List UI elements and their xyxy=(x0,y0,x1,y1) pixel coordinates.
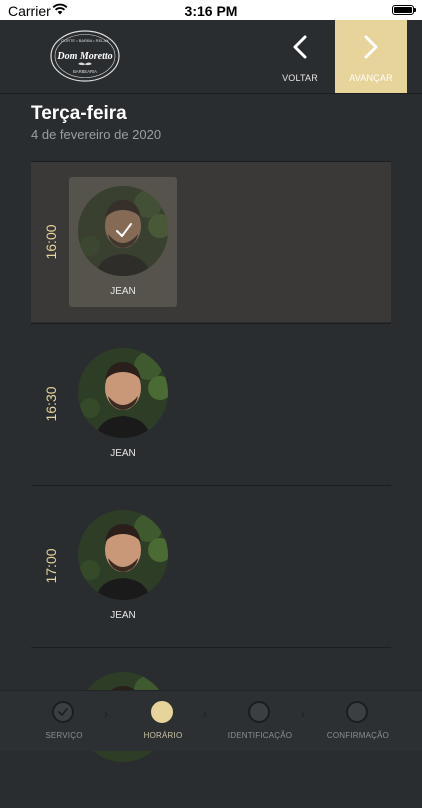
time-slot: 17:00 JEAN xyxy=(31,485,391,646)
selected-overlay xyxy=(78,186,168,276)
day-title: Terça-feira xyxy=(31,103,127,124)
back-label: VOLTAR xyxy=(282,73,318,83)
step-confirmation[interactable]: CONFIRMAÇÃO xyxy=(313,691,403,751)
step-time[interactable]: HORÁRIO xyxy=(118,691,208,751)
barber-name: JEAN xyxy=(110,448,136,459)
barber-option[interactable]: JEAN xyxy=(69,501,177,631)
step-label: IDENTIFICAÇÃO xyxy=(227,731,293,740)
chevron-right-icon: › xyxy=(104,707,108,721)
chevron-left-icon xyxy=(293,35,307,59)
checkmark-icon xyxy=(58,708,68,716)
day-date: 4 de fevereiro de 2020 xyxy=(31,127,162,142)
next-label: AVANÇAR xyxy=(349,73,393,83)
barber-option[interactable]: JEAN xyxy=(69,177,177,307)
status-bar: Carrier 3:16 PM xyxy=(0,0,422,20)
step-progress-bar: SERVIÇO › HORÁRIO › IDENTIFICAÇÃO › CONF… xyxy=(0,690,422,751)
step-service[interactable]: SERVIÇO xyxy=(19,691,109,751)
slot-time: 17:00 xyxy=(43,548,59,584)
barber-avatar xyxy=(78,348,168,438)
chevron-right-icon: › xyxy=(301,707,305,721)
step-indicator xyxy=(248,701,270,723)
time-slot: 16:30 JEAN xyxy=(31,323,391,484)
barber-name: JEAN xyxy=(110,286,136,297)
battery-icon xyxy=(392,5,416,15)
svg-text:Dom Moretto: Dom Moretto xyxy=(56,51,112,62)
slot-time: 16:00 xyxy=(43,224,59,260)
chevron-right-icon: › xyxy=(203,707,207,721)
back-button[interactable]: VOLTAR xyxy=(270,20,330,93)
clock: 3:16 PM xyxy=(184,3,238,19)
slot-time: 16:30 xyxy=(43,386,59,422)
checkmark-icon xyxy=(116,223,132,237)
step-indicator xyxy=(151,701,173,723)
step-indicator xyxy=(346,701,368,723)
header: CORTE • BARBA • RELAX Dom Moretto BARBEA… xyxy=(0,20,422,94)
next-button[interactable]: AVANÇAR xyxy=(335,20,407,93)
step-identification[interactable]: IDENTIFICAÇÃO xyxy=(215,691,305,751)
barber-name: JEAN xyxy=(110,610,136,621)
chevron-right-icon xyxy=(364,35,378,59)
step-label: CONFIRMAÇÃO xyxy=(326,731,390,740)
barber-avatar xyxy=(78,510,168,600)
barbershop-logo: CORTE • BARBA • RELAX Dom Moretto BARBEA… xyxy=(50,30,120,82)
svg-text:BARBEARIA: BARBEARIA xyxy=(73,69,97,74)
svg-text:CORTE • BARBA • RELAX: CORTE • BARBA • RELAX xyxy=(61,38,109,43)
time-slot: 16:00 JEAN xyxy=(31,161,391,322)
barber-option[interactable]: JEAN xyxy=(69,339,177,469)
step-label: HORÁRIO xyxy=(143,731,183,740)
step-indicator xyxy=(52,701,74,723)
step-label: SERVIÇO xyxy=(45,731,83,740)
